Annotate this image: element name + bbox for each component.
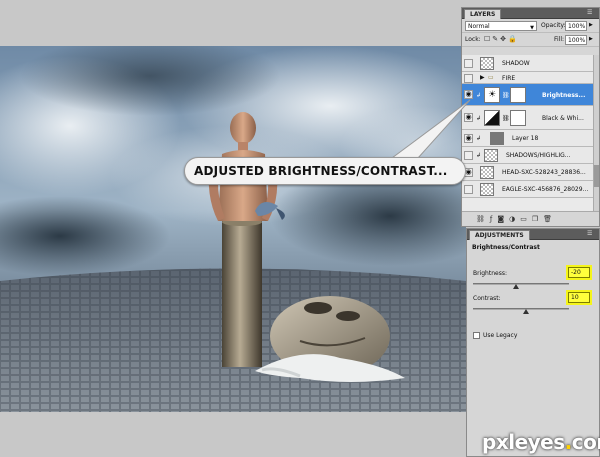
brightness-adjustment-icon: ☀: [484, 87, 500, 103]
callout-box: ADJUSTED BRIGHTNESS/CONTRAST...: [184, 157, 466, 185]
layer-thumbnail: [480, 183, 494, 196]
layer-row-eagle[interactable]: EAGLE-SXC-456876_28029...: [462, 181, 593, 198]
eye-icon[interactable]: ◉: [464, 113, 473, 122]
layers-footer: ⛓ƒ◙◑▭❐🗑: [462, 211, 599, 226]
folder-icon: ▭: [488, 74, 494, 81]
tab-adjustments[interactable]: ADJUSTMENTS: [469, 230, 530, 240]
layers-scrollbar[interactable]: [593, 55, 599, 212]
composite-image: [0, 46, 466, 412]
lock-icons-group: ☐✎✥🔒: [484, 35, 519, 43]
link-layers-icon[interactable]: ⛓: [476, 215, 490, 223]
clip-arrow-icon: ↲: [476, 115, 482, 122]
new-group-icon[interactable]: ▭: [520, 215, 532, 223]
layer-name: SHADOW: [502, 60, 530, 67]
layer-row-black-white[interactable]: ◉ ↲ ⛓ Black & Whi...: [462, 106, 593, 130]
contrast-label: Contrast:: [473, 295, 501, 302]
layer-thumbnail: [480, 166, 494, 179]
link-icon: ⛓: [502, 115, 510, 122]
layer-name: Layer 18: [512, 135, 539, 142]
use-legacy-label: Use Legacy: [483, 332, 518, 339]
adjustment-layer-icon[interactable]: ◑: [509, 215, 520, 223]
tab-layers[interactable]: LAYERS: [464, 9, 502, 19]
contrast-slider-thumb[interactable]: [522, 309, 529, 314]
blend-mode-select[interactable]: Normal ▼: [465, 21, 537, 31]
scroll-thumb[interactable]: [594, 165, 599, 187]
layer-name: FIRE: [502, 75, 516, 82]
brightness-input[interactable]: -20: [568, 267, 590, 278]
layer-row-head[interactable]: ◉ HEAD-SXC-528243_28836...: [462, 164, 593, 181]
adjustment-title: Brightness/Contrast: [472, 244, 540, 251]
clip-arrow-icon: ↲: [476, 92, 482, 99]
fill-input[interactable]: 100%: [565, 35, 587, 45]
adjustments-panel: ADJUSTMENTS ☰ Brightness/Contrast Bright…: [466, 228, 600, 457]
clip-arrow-icon: ↲: [476, 152, 482, 159]
blend-mode-value: Normal: [468, 23, 490, 30]
watermark-tld: com: [571, 430, 600, 454]
brightness-label: Brightness:: [473, 270, 507, 277]
document-canvas[interactable]: [0, 46, 466, 412]
fill-label: Fill:: [554, 36, 565, 43]
layers-tabbar: LAYERS ☰: [462, 8, 599, 19]
chevron-down-icon: ▼: [530, 25, 534, 31]
layer-name: Black & Whi...: [542, 115, 584, 122]
layer-mask-thumbnail[interactable]: [510, 110, 526, 126]
lock-all-icon[interactable]: 🔒: [508, 35, 519, 43]
lock-fill-row: Lock: ☐✎✥🔒 Fill: 100% ▶: [462, 33, 599, 47]
layer-name: Brightness...: [542, 92, 586, 99]
contrast-input[interactable]: 10: [568, 292, 590, 303]
layer-name: EAGLE-SXC-456876_28029...: [502, 186, 589, 193]
visibility-toggle[interactable]: [464, 151, 473, 160]
layer-name: SHADOWS/HIGHLIG...: [506, 152, 571, 159]
opacity-label: Opacity:: [541, 22, 566, 29]
brightness-slider[interactable]: [473, 283, 569, 285]
panel-menu-icon[interactable]: ☰: [587, 10, 595, 16]
brightness-slider-thumb[interactable]: [513, 284, 520, 289]
watermark-logo: pxleyes.com: [482, 430, 600, 454]
layer-name: HEAD-SXC-528243_28836...: [502, 169, 586, 176]
layer-list[interactable]: SHADOW ▶ ▭ FIRE ◉ ↲ ☀ ⛓ Brightness... ◉ …: [462, 55, 599, 212]
fill-dropdown-icon[interactable]: ▶: [589, 36, 593, 42]
layer-row-layer-18[interactable]: ◉ ↲ Layer 18: [462, 130, 593, 147]
layer-thumbnail: [490, 132, 504, 145]
blend-opacity-row: Normal ▼ Opacity: 100% ▶: [462, 19, 599, 33]
layer-row-shadow[interactable]: SHADOW: [462, 55, 593, 72]
layer-row-fire[interactable]: ▶ ▭ FIRE: [462, 72, 593, 84]
use-legacy-checkbox[interactable]: [473, 332, 480, 339]
contrast-slider[interactable]: [473, 308, 569, 310]
adjustments-tabbar: ADJUSTMENTS ☰: [467, 229, 599, 240]
layer-thumbnail: [480, 57, 494, 70]
group-expand-icon[interactable]: ▶: [480, 74, 485, 81]
visibility-toggle[interactable]: [464, 185, 473, 194]
watermark-dot: .: [564, 430, 573, 454]
opacity-input[interactable]: 100%: [565, 21, 587, 31]
opacity-dropdown-icon[interactable]: ▶: [589, 22, 593, 28]
layer-thumbnail: [484, 149, 498, 162]
visibility-toggle[interactable]: [464, 74, 473, 83]
eye-icon[interactable]: ◉: [464, 134, 473, 143]
link-icon: ⛓: [502, 92, 510, 99]
layer-row-brightness[interactable]: ◉ ↲ ☀ ⛓ Brightness...: [462, 84, 593, 106]
black-white-adjustment-icon: [484, 110, 500, 126]
callout-text: ADJUSTED BRIGHTNESS/CONTRAST...: [194, 164, 448, 178]
new-layer-icon[interactable]: ❐: [532, 215, 543, 223]
lock-position-icon[interactable]: ✥: [500, 35, 508, 43]
layers-footer-icons: ⛓ƒ◙◑▭❐🗑: [476, 215, 557, 223]
lock-label: Lock:: [465, 36, 481, 43]
layers-panel: LAYERS ☰ Normal ▼ Opacity: 100% ▶ Lock: …: [461, 7, 600, 227]
panel-menu-icon[interactable]: ☰: [587, 231, 595, 237]
eye-icon[interactable]: ◉: [464, 90, 473, 99]
visibility-toggle[interactable]: [464, 59, 473, 68]
trash-icon[interactable]: 🗑: [543, 215, 557, 223]
add-mask-icon[interactable]: ◙: [497, 215, 509, 223]
watermark-main: pxleyes: [482, 430, 565, 454]
lock-pixels-icon[interactable]: ✎: [492, 35, 500, 43]
layer-mask-thumbnail[interactable]: [510, 87, 526, 103]
layer-row-shadows-highlights[interactable]: ↲ SHADOWS/HIGHLIG...: [462, 147, 593, 164]
clip-arrow-icon: ↲: [476, 135, 482, 142]
